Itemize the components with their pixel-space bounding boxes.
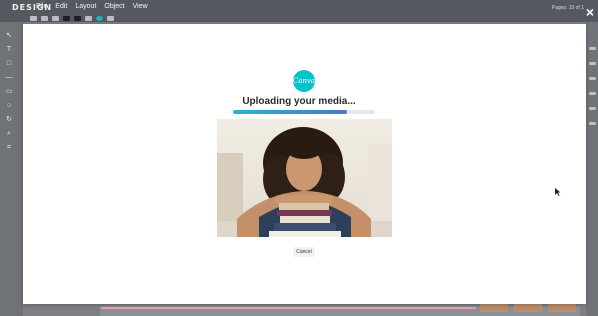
menu-view[interactable]: View <box>133 3 148 10</box>
upload-progress-fill <box>233 110 347 114</box>
panel-toggle-icon[interactable] <box>589 92 596 95</box>
menu-object[interactable]: Object <box>104 3 124 10</box>
right-panel-rail <box>586 22 598 316</box>
tool-button[interactable] <box>30 15 37 21</box>
uploaded-photo-svg <box>217 119 392 237</box>
menu-edit[interactable]: Edit <box>55 3 67 10</box>
tool-button[interactable] <box>41 15 48 21</box>
cancel-button[interactable]: Cancel <box>293 247 315 257</box>
panel-toggle-icon[interactable] <box>589 47 596 50</box>
tool-button[interactable] <box>107 15 114 21</box>
page-counter: Pages: 10 of 1 <box>551 5 584 11</box>
tool-button[interactable] <box>52 15 59 21</box>
mouse-cursor-icon <box>555 188 561 196</box>
panel-toggle-icon[interactable] <box>589 77 596 80</box>
menu-layout[interactable]: Layout <box>75 3 96 10</box>
editor-topbar: DESIGN File Edit Layout Object View Page… <box>0 0 598 22</box>
search-icon[interactable]: ⌕ <box>4 130 14 138</box>
text-icon[interactable]: T <box>4 46 14 54</box>
tool-button[interactable] <box>85 15 92 21</box>
tool-button[interactable] <box>63 15 70 21</box>
editor-toolbar <box>30 14 114 22</box>
panel-toggle-icon[interactable] <box>589 122 596 125</box>
shape-icon[interactable]: □ <box>4 60 14 68</box>
uploaded-photo <box>217 119 392 237</box>
rotate-icon[interactable]: ↻ <box>4 116 14 124</box>
canva-logo: Canva <box>293 70 315 92</box>
close-icon[interactable]: × <box>586 5 594 19</box>
left-toolbar: ↖ T □ — ▭ ○ ↻ ⌕ ⌗ <box>0 22 23 316</box>
line-icon[interactable]: — <box>4 74 14 82</box>
menu-file[interactable]: File <box>36 3 47 10</box>
upload-progress-bar <box>233 110 375 114</box>
image-icon[interactable]: ▭ <box>4 88 14 96</box>
menu-bar: File Edit Layout Object View <box>36 3 148 10</box>
crop-icon[interactable]: ⌗ <box>4 144 14 152</box>
tool-button[interactable] <box>74 15 81 21</box>
panel-toggle-icon[interactable] <box>589 107 596 110</box>
page-strip-accent <box>101 307 476 309</box>
upload-status-text: Uploading your media... <box>242 96 356 107</box>
tool-button[interactable] <box>96 15 103 21</box>
panel-toggle-icon[interactable] <box>589 62 596 65</box>
select-icon[interactable]: ↖ <box>4 32 14 40</box>
